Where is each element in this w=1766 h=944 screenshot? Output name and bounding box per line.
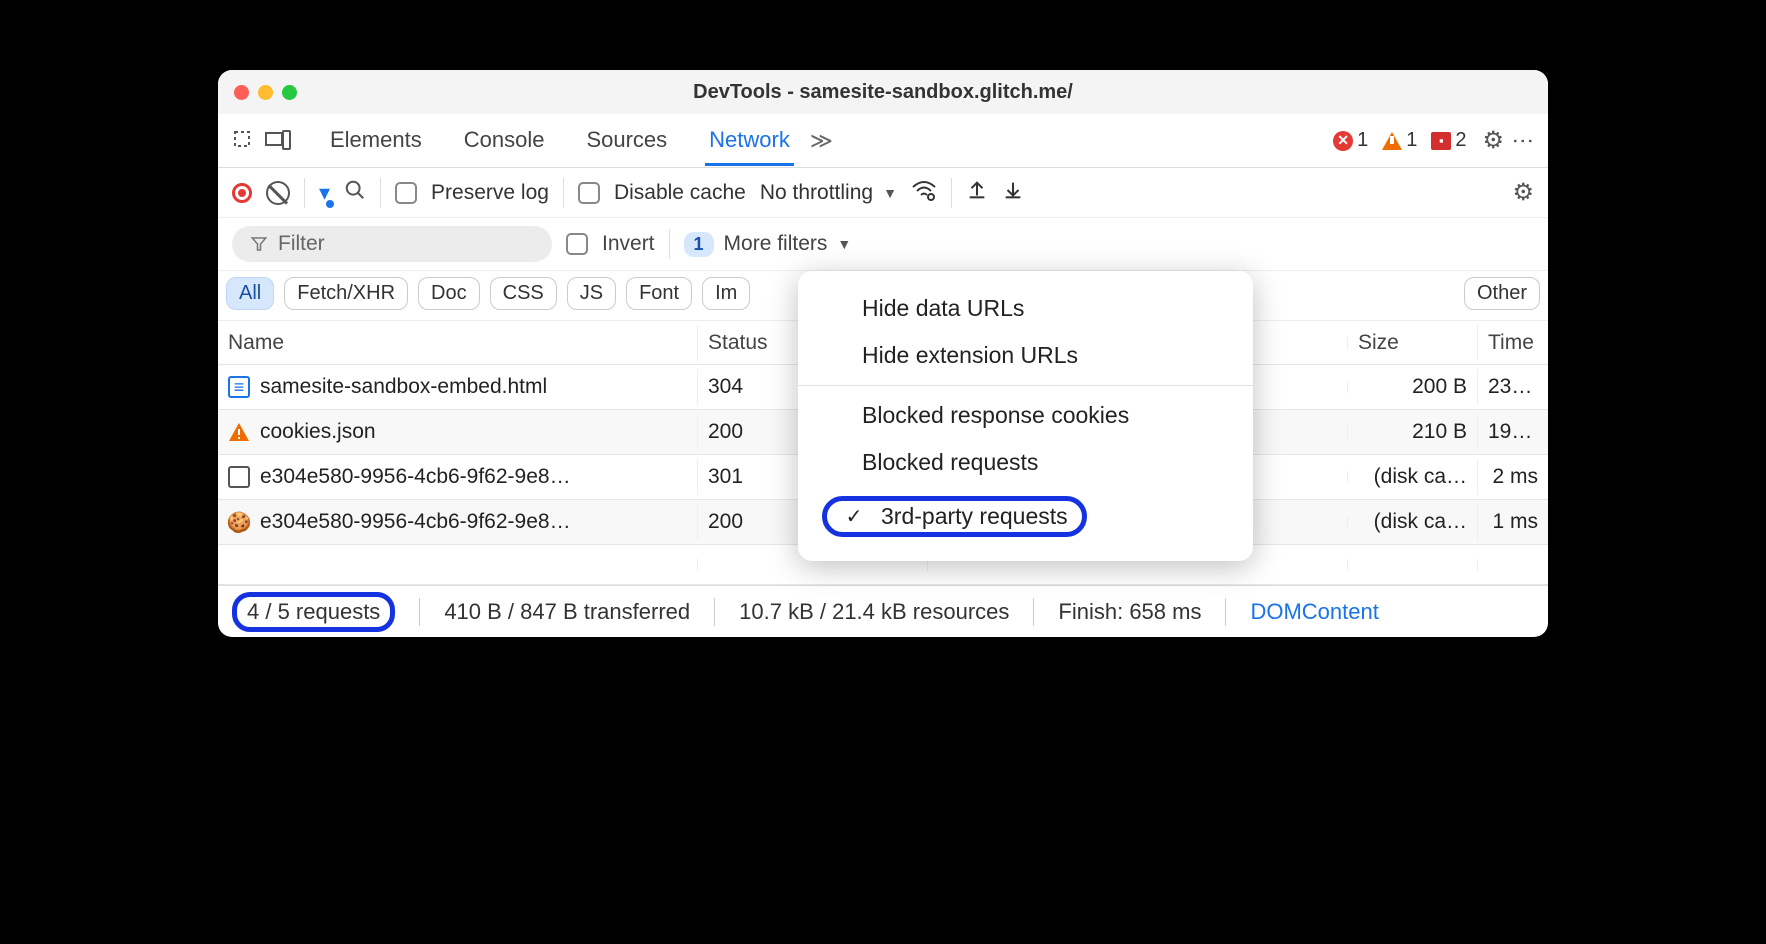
chevron-down-icon: ▼ [837, 236, 851, 252]
transferred: 410 B / 847 B transferred [444, 599, 690, 625]
more-filters-button[interactable]: 1 More filters ▼ [684, 232, 852, 257]
filter-toggle-icon[interactable]: ▾ [319, 180, 330, 206]
warning-icon [228, 421, 250, 443]
generic-file-icon [228, 466, 250, 488]
more-filters-badge: 1 [684, 232, 714, 257]
col-time[interactable]: Time [1478, 325, 1548, 361]
issue-counters: ✕ 1 1 ▪ 2 [1333, 129, 1466, 152]
network-settings-icon[interactable]: ⚙ [1512, 178, 1534, 207]
more-filters-dropdown: Hide data URLs Hide extension URLs Block… [798, 271, 1253, 561]
filter-3rd-party-requests[interactable]: ✓ 3rd-party requests [798, 486, 1253, 547]
settings-icon[interactable]: ⚙ [1482, 126, 1504, 155]
col-size[interactable]: Size [1348, 325, 1478, 361]
throttling-select[interactable]: No throttling ▼ [760, 181, 897, 205]
error-icon: ✕ [1333, 131, 1353, 151]
status-bar: 4 / 5 requests 410 B / 847 B transferred… [218, 585, 1548, 637]
filter-all[interactable]: All [226, 277, 274, 310]
download-har-icon[interactable] [1002, 179, 1024, 207]
minimize-window-button[interactable] [258, 85, 273, 100]
filter-img[interactable]: Im [702, 277, 750, 310]
filter-bar: Filter Invert 1 More filters ▼ [218, 218, 1548, 271]
finish-time: Finish: 658 ms [1058, 599, 1201, 625]
issue-count[interactable]: ▪ 2 [1431, 129, 1466, 152]
device-toolbar-icon[interactable] [264, 127, 292, 155]
filter-js[interactable]: JS [567, 277, 616, 310]
clear-button[interactable] [266, 181, 290, 205]
tab-console[interactable]: Console [460, 115, 549, 166]
filter-blocked-cookies[interactable]: Blocked response cookies [798, 392, 1253, 439]
filter-hide-data-urls[interactable]: Hide data URLs [798, 285, 1253, 332]
tab-network[interactable]: Network [705, 115, 794, 166]
close-window-button[interactable] [234, 85, 249, 100]
filter-css[interactable]: CSS [490, 277, 557, 310]
request-count: 4 / 5 requests [232, 592, 395, 632]
check-icon: ✓ [841, 504, 867, 529]
issue-icon: ▪ [1431, 132, 1451, 150]
filter-other[interactable]: Other [1464, 277, 1540, 310]
zoom-window-button[interactable] [282, 85, 297, 100]
filter-input[interactable]: Filter [232, 226, 552, 262]
warning-count[interactable]: 1 [1382, 129, 1417, 152]
panel-tabs: Elements Console Sources Network ≫ ✕ 1 1… [218, 114, 1548, 168]
warning-icon [1382, 132, 1402, 150]
invert-label: Invert [602, 232, 655, 256]
filter-doc[interactable]: Doc [418, 277, 480, 310]
disable-cache-checkbox[interactable] [578, 182, 600, 204]
filter-font[interactable]: Font [626, 277, 692, 310]
devtools-window: DevTools - samesite-sandbox.glitch.me/ E… [218, 70, 1548, 637]
inspect-icon[interactable] [230, 127, 258, 155]
col-name[interactable]: Name [218, 325, 698, 361]
chevron-down-icon: ▼ [883, 185, 897, 201]
error-count[interactable]: ✕ 1 [1333, 129, 1368, 152]
resources: 10.7 kB / 21.4 kB resources [739, 599, 1009, 625]
cookie-icon: 🍪 [228, 511, 250, 533]
document-icon: ≡ [228, 376, 250, 398]
filter-blocked-requests[interactable]: Blocked requests [798, 439, 1253, 486]
window-title: DevTools - samesite-sandbox.glitch.me/ [234, 81, 1532, 104]
titlebar: DevTools - samesite-sandbox.glitch.me/ [218, 70, 1548, 114]
network-toolbar: ▾ Preserve log Disable cache No throttli… [218, 168, 1548, 218]
record-button[interactable] [232, 183, 252, 203]
funnel-icon [250, 235, 268, 253]
window-controls [234, 85, 297, 100]
more-tabs-icon[interactable]: ≫ [810, 128, 833, 154]
filter-fetch-xhr[interactable]: Fetch/XHR [284, 277, 408, 310]
upload-har-icon[interactable] [966, 179, 988, 207]
preserve-log-checkbox[interactable] [395, 182, 417, 204]
tab-elements[interactable]: Elements [326, 115, 426, 166]
disable-cache-label: Disable cache [614, 181, 746, 205]
search-icon[interactable] [344, 179, 366, 207]
preserve-log-label: Preserve log [431, 181, 549, 205]
more-menu-icon[interactable]: ⋮ [1510, 130, 1536, 152]
network-conditions-icon[interactable] [911, 179, 937, 207]
domcontent-link[interactable]: DOMContent [1250, 599, 1378, 625]
invert-checkbox[interactable] [566, 233, 588, 255]
filter-hide-extension-urls[interactable]: Hide extension URLs [798, 332, 1253, 379]
tab-sources[interactable]: Sources [582, 115, 671, 166]
